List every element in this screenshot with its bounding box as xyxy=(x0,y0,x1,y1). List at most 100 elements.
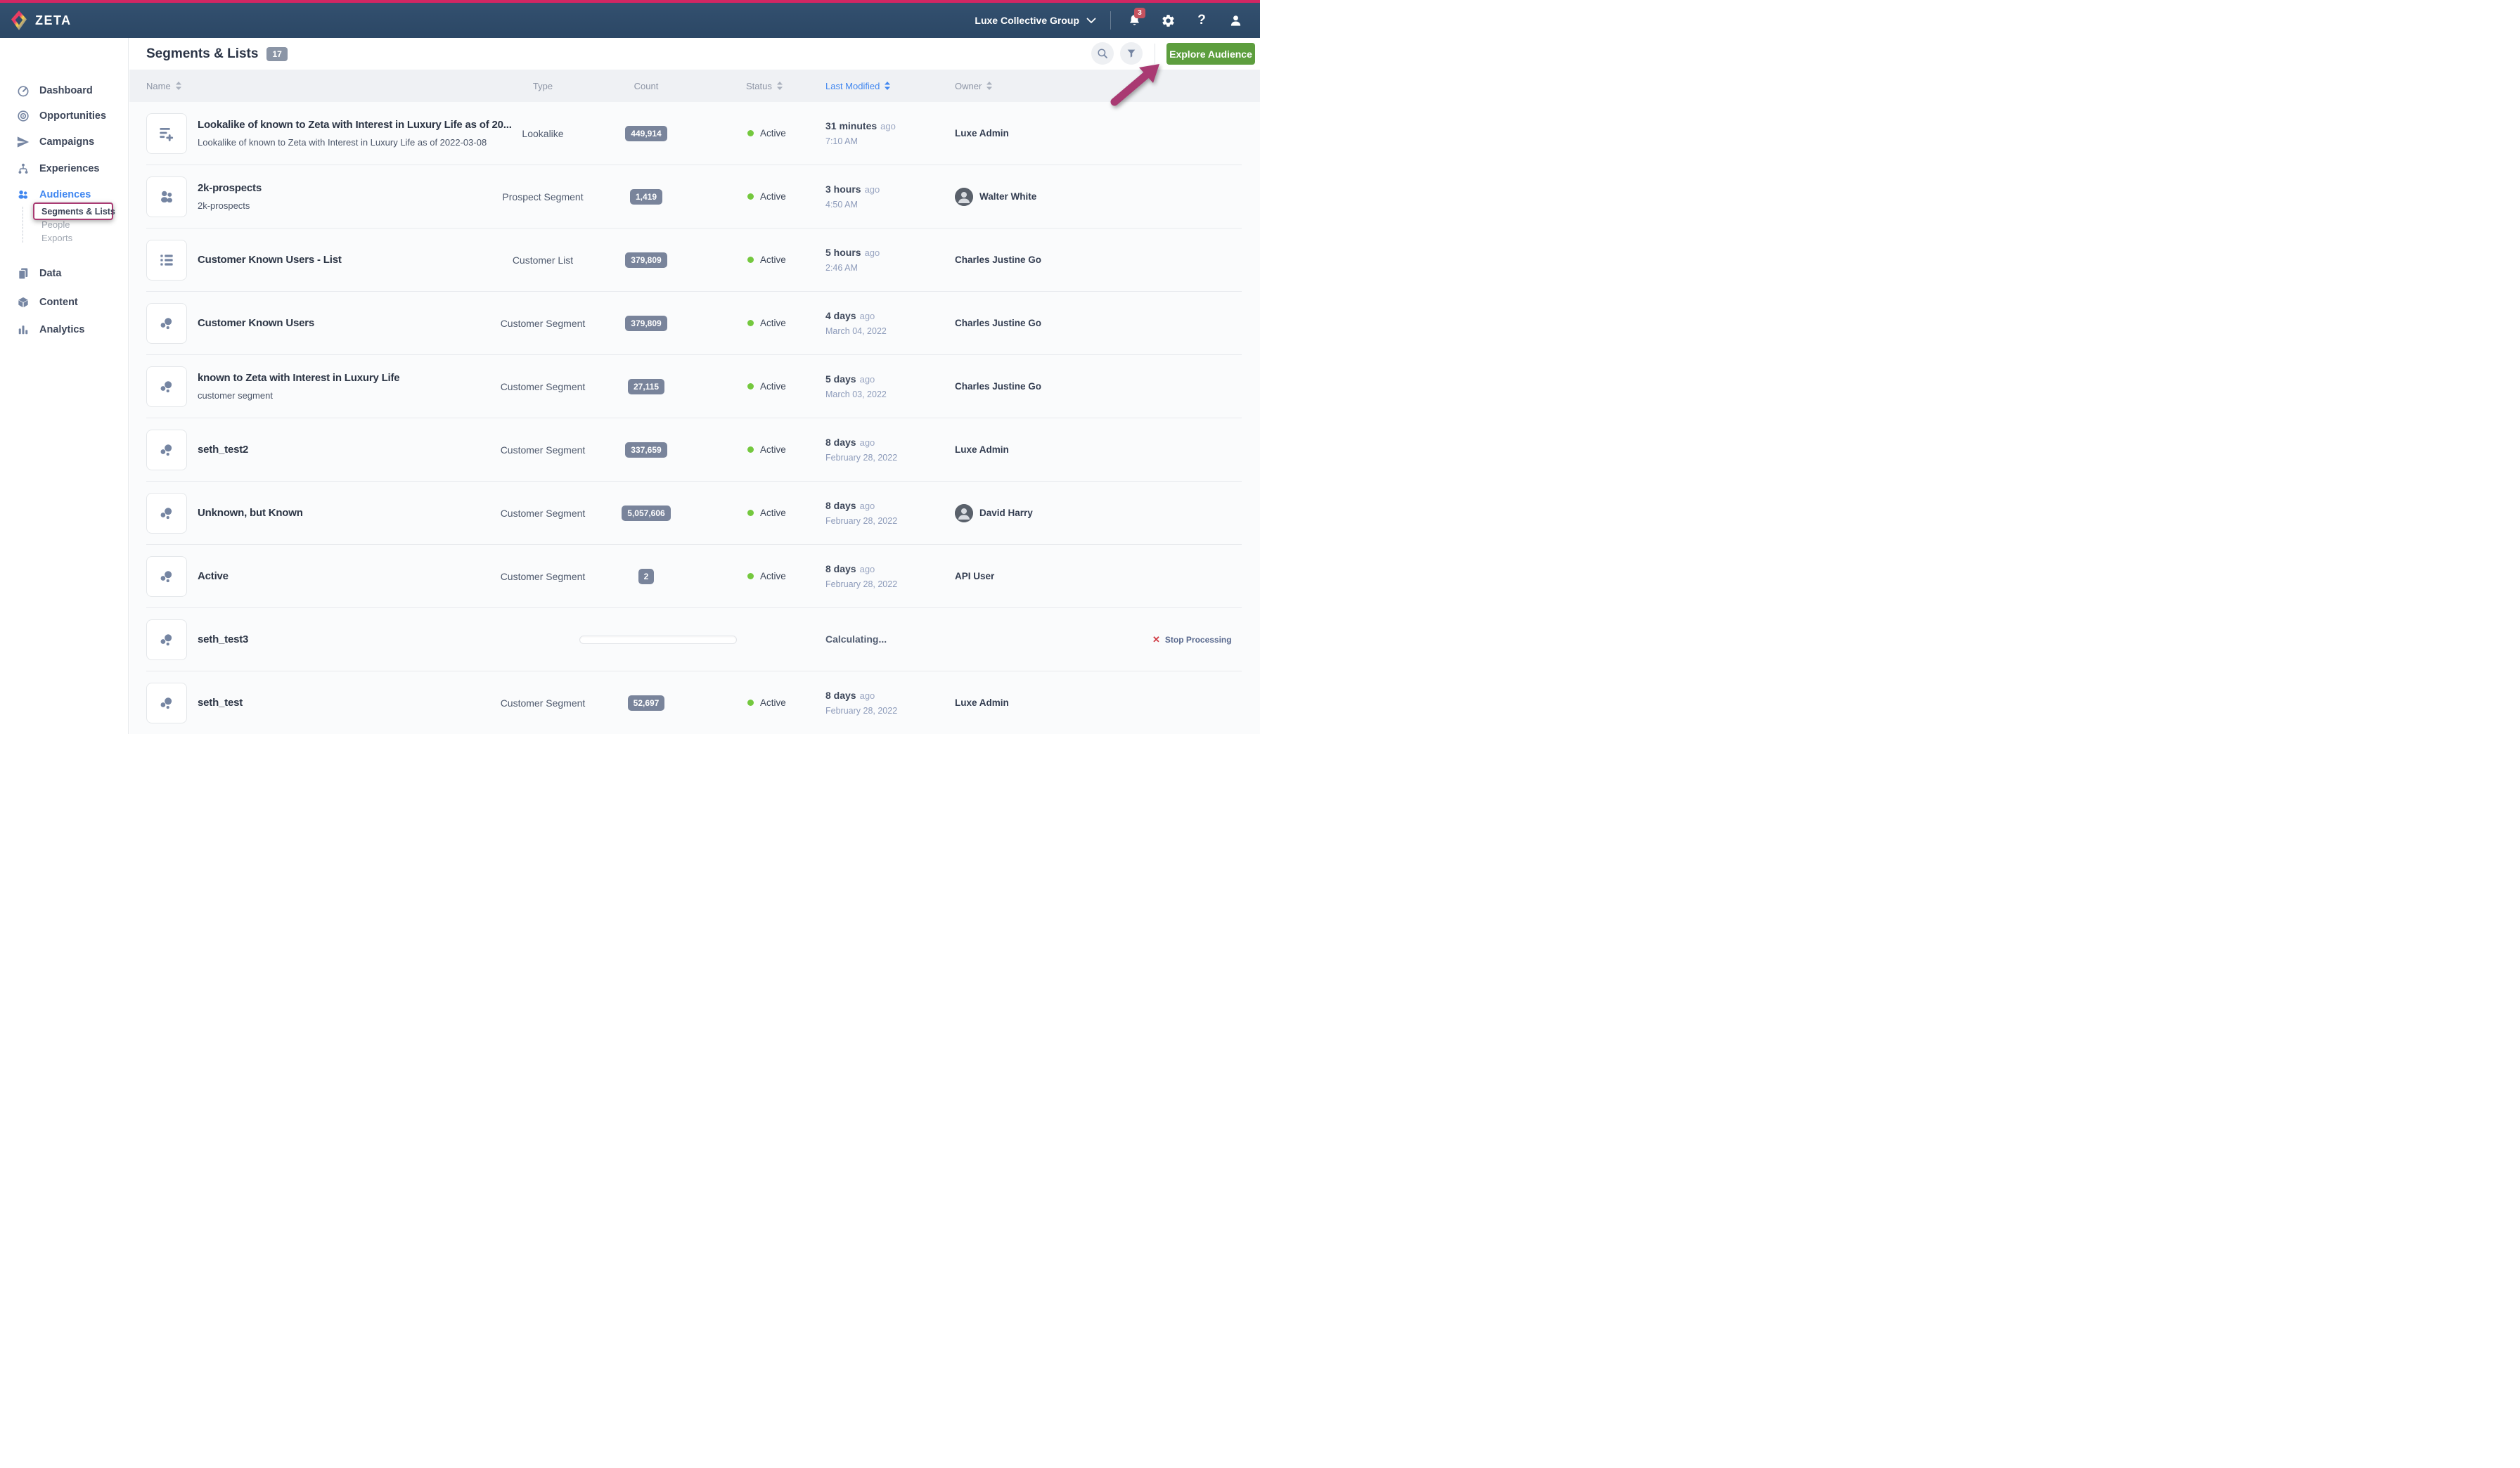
segment-bubbles-icon xyxy=(158,631,176,649)
list-icon xyxy=(158,251,176,269)
filter-button[interactable] xyxy=(1120,42,1143,65)
table-row[interactable]: seth_test Customer Segment 52,697 Active… xyxy=(146,671,1242,734)
prospects-people-icon xyxy=(158,188,176,206)
help-icon[interactable]: ? xyxy=(1194,13,1209,28)
bell-icon[interactable]: 3 xyxy=(1126,13,1142,28)
table-row[interactable]: 2k-prospects 2k-prospects Prospect Segme… xyxy=(146,165,1242,228)
segment-bubbles-icon xyxy=(158,441,176,459)
row-status: Active xyxy=(747,418,786,481)
row-name[interactable]: Lookalike of known to Zeta with Interest… xyxy=(198,119,532,131)
sidebar-subitem-people[interactable]: People xyxy=(41,219,70,230)
sort-arrows-icon xyxy=(986,82,992,90)
avatar xyxy=(955,504,973,522)
sitemap-icon xyxy=(16,162,30,176)
column-header-status[interactable]: Status xyxy=(746,70,783,102)
sidebar-item-audiences[interactable]: Audiences xyxy=(16,187,91,202)
sidebar-subitem-segments-lists[interactable]: Segments & Lists xyxy=(33,202,113,220)
main-content: Segments & Lists 17 Explore Audience Nam… xyxy=(129,38,1260,734)
row-name[interactable]: Customer Known Users - List xyxy=(198,254,532,266)
row-owner: Luxe Admin xyxy=(955,102,1009,165)
row-owner: Luxe Admin xyxy=(955,671,1009,734)
row-type: Customer Segment xyxy=(487,318,599,329)
status-dot-icon xyxy=(747,193,754,200)
stop-processing-button[interactable]: ✕ Stop Processing xyxy=(1152,608,1232,671)
status-dot-icon xyxy=(747,510,754,516)
row-name[interactable]: Customer Known Users xyxy=(198,317,532,329)
search-button[interactable] xyxy=(1091,42,1114,65)
sidebar-item-data[interactable]: Data xyxy=(16,266,61,281)
segment-bubbles-icon xyxy=(158,567,176,586)
sidebar-item-dashboard[interactable]: Dashboard xyxy=(16,83,93,98)
row-owner: API User xyxy=(955,545,994,607)
table-row[interactable]: Lookalike of known to Zeta with Interest… xyxy=(146,102,1242,165)
sidebar-item-opportunities[interactable]: Opportunities xyxy=(16,108,106,124)
org-switcher[interactable]: Luxe Collective Group xyxy=(975,15,1096,26)
row-subtitle: 2k-prospects xyxy=(198,200,532,211)
table-row[interactable]: Unknown, but Known Customer Segment 5,05… xyxy=(146,482,1242,545)
sidebar-subitem-exports[interactable]: Exports xyxy=(41,233,72,243)
row-last-modified: 8 daysago February 28, 2022 xyxy=(825,545,952,607)
table-row[interactable]: Customer Known Users Customer Segment 37… xyxy=(146,292,1242,355)
count-badge: 2 xyxy=(638,569,655,584)
row-owner: David Harry xyxy=(955,482,1033,544)
row-subtitle: Lookalike of known to Zeta with Interest… xyxy=(198,137,532,148)
zeta-logo[interactable]: ZETA xyxy=(0,10,72,31)
cube-icon xyxy=(16,295,30,309)
status-dot-icon xyxy=(747,446,754,453)
table-row[interactable]: Customer Known Users - List Customer Lis… xyxy=(146,228,1242,292)
page-title: Segments & Lists xyxy=(146,46,258,62)
table-row[interactable]: known to Zeta with Interest in Luxury Li… xyxy=(146,355,1242,418)
row-status: Active xyxy=(747,228,786,291)
row-last-modified: 4 daysago March 04, 2022 xyxy=(825,292,952,354)
column-header-type: Type xyxy=(487,70,599,102)
column-header-name[interactable]: Name xyxy=(146,70,181,102)
row-name[interactable]: seth_test2 xyxy=(198,444,532,456)
sidebar: Dashboard Opportunities Campaigns Experi… xyxy=(0,38,129,734)
column-header-last-modified[interactable]: Last Modified xyxy=(825,70,890,102)
row-name[interactable]: seth_test xyxy=(198,697,532,709)
segment-bubbles-icon xyxy=(158,314,176,333)
count-badge: 379,809 xyxy=(625,316,667,331)
sidebar-item-campaigns[interactable]: Campaigns xyxy=(16,134,94,150)
sidebar-item-content[interactable]: Content xyxy=(16,295,78,310)
row-type: Prospect Segment xyxy=(487,191,599,202)
logo-wordmark: ZETA xyxy=(35,13,72,28)
user-icon[interactable] xyxy=(1228,13,1243,28)
table-row[interactable]: seth_test3 Calculating... ✕ Stop Process… xyxy=(146,608,1242,671)
count-badge: 52,697 xyxy=(628,695,665,711)
row-name[interactable]: 2k-prospects xyxy=(198,182,532,194)
row-status: Active xyxy=(747,482,786,544)
row-type: Customer Segment xyxy=(487,571,599,582)
gear-icon[interactable] xyxy=(1160,13,1176,28)
segment-bubbles-icon xyxy=(158,694,176,712)
row-name[interactable]: Active xyxy=(198,570,532,582)
row-owner: Charles Justine Go xyxy=(955,228,1041,291)
row-type: Customer Segment xyxy=(487,444,599,456)
documents-icon xyxy=(16,266,30,281)
lookalike-icon xyxy=(158,124,176,143)
people-icon xyxy=(16,188,30,202)
row-owner: Luxe Admin xyxy=(955,418,1009,481)
status-dot-icon xyxy=(747,257,754,263)
status-dot-icon xyxy=(747,130,754,136)
row-owner: Walter White xyxy=(955,165,1036,228)
row-status: Active xyxy=(747,671,786,734)
count-badge: 337,659 xyxy=(625,442,667,458)
table-body: Lookalike of known to Zeta with Interest… xyxy=(129,102,1260,734)
table-row[interactable]: Active Customer Segment 2 Active 8 daysa… xyxy=(146,545,1242,608)
row-name[interactable]: known to Zeta with Interest in Luxury Li… xyxy=(198,372,532,384)
row-name[interactable]: Unknown, but Known xyxy=(198,507,532,519)
row-last-modified: 8 daysago February 28, 2022 xyxy=(825,671,952,734)
sidebar-item-experiences[interactable]: Experiences xyxy=(16,161,99,176)
total-count-badge: 17 xyxy=(266,47,287,61)
paper-plane-icon xyxy=(16,135,30,149)
column-header-owner[interactable]: Owner xyxy=(955,70,992,102)
explore-audience-button[interactable]: Explore Audience xyxy=(1166,43,1255,65)
row-subtitle: customer segment xyxy=(198,390,532,401)
row-owner: Charles Justine Go xyxy=(955,355,1041,418)
table-row[interactable]: seth_test2 Customer Segment 337,659 Acti… xyxy=(146,418,1242,482)
sort-arrows-icon xyxy=(777,82,783,90)
sidebar-item-analytics[interactable]: Analytics xyxy=(16,322,84,337)
segment-bubbles-icon xyxy=(158,378,176,396)
row-name[interactable]: seth_test3 xyxy=(198,633,532,645)
